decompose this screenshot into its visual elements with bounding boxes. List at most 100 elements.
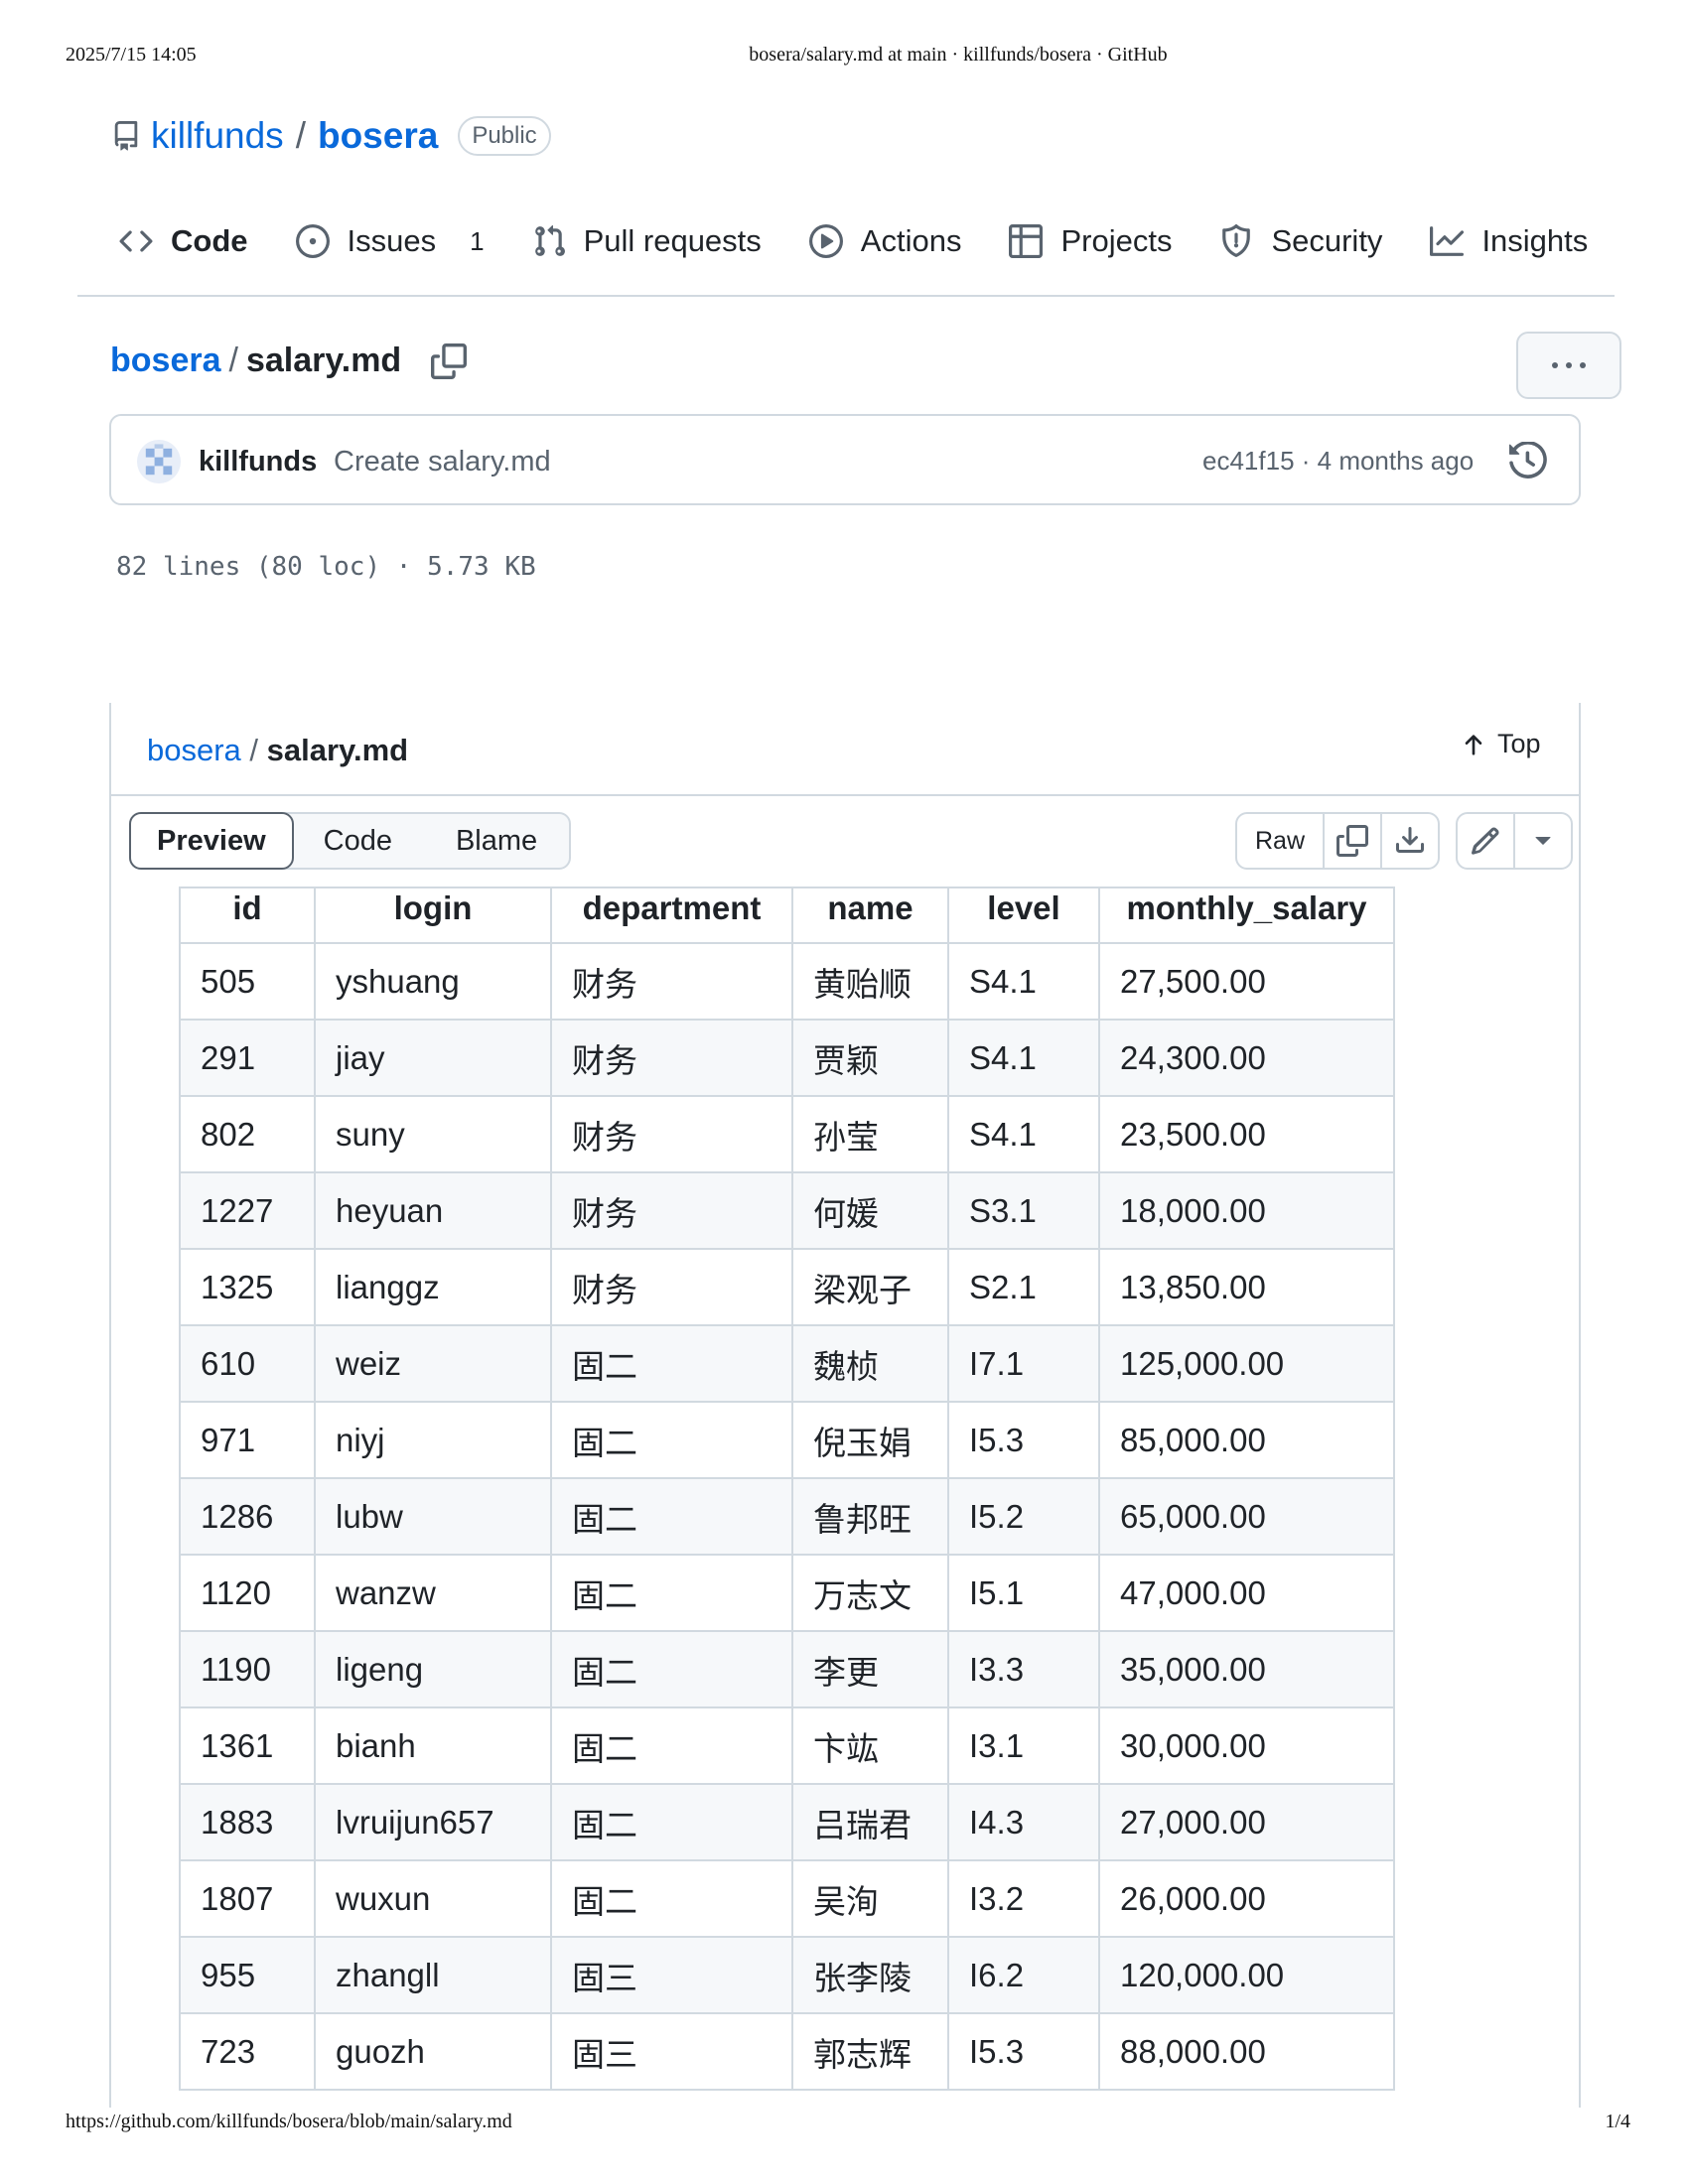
tab-projects[interactable]: Projects <box>1009 223 1172 259</box>
cell-id: 1120 <box>179 1554 316 1632</box>
cell-login: jiay <box>314 1019 552 1097</box>
cell-department: 固三 <box>550 2012 793 2091</box>
pull-request-icon <box>534 224 565 256</box>
cell-monthly-salary: 88,000.00 <box>1098 2012 1395 2091</box>
shield-icon <box>1222 224 1251 257</box>
cell-monthly-salary: 65,000.00 <box>1098 1477 1395 1556</box>
tab-security-label: Security <box>1271 223 1383 258</box>
cell-level: S4.1 <box>947 1095 1100 1173</box>
sticky-breadcrumb-file: salary.md <box>266 733 409 767</box>
issue-icon <box>295 224 330 258</box>
commit-message[interactable]: Create salary.md <box>334 446 551 478</box>
breadcrumb-slash: / <box>228 341 238 379</box>
cell-department: 固二 <box>550 1477 793 1556</box>
cell-login: lubw <box>314 1477 552 1556</box>
tab-projects-label: Projects <box>1060 223 1173 258</box>
copy-icon <box>1336 825 1368 857</box>
history-icon[interactable] <box>1509 442 1547 479</box>
cell-name: 吕瑞君 <box>791 1783 949 1861</box>
file-viewer-header: bosera / salary.md Top <box>111 703 1579 796</box>
cell-name: 黄贻顺 <box>791 942 949 1021</box>
col-header-name: name <box>791 887 949 944</box>
tab-code-label: Code <box>171 223 248 258</box>
edit-button[interactable] <box>1458 814 1515 868</box>
tab-pull-requests-label: Pull requests <box>583 223 762 258</box>
cell-department: 财务 <box>550 942 793 1021</box>
table-row: 610 weiz 固二 魏桢 I7.1 125,000.00 <box>179 1324 1395 1403</box>
cell-level: S2.1 <box>947 1248 1100 1326</box>
sticky-breadcrumb: bosera / salary.md <box>147 733 408 768</box>
table-row: 1807 wuxun 固二 吴洵 I3.2 26,000.00 <box>179 1859 1395 1938</box>
cell-monthly-salary: 27,500.00 <box>1098 942 1395 1021</box>
commit-author[interactable]: killfunds <box>199 446 317 478</box>
commit-meta[interactable]: ec41f15 · 4 months ago <box>1202 446 1474 477</box>
cell-level: I5.3 <box>947 1401 1100 1479</box>
breadcrumb-repo-link[interactable]: bosera <box>110 341 221 380</box>
cell-login: lvruijun657 <box>314 1783 552 1861</box>
cell-department: 固二 <box>550 1324 793 1403</box>
sticky-breadcrumb-slash: / <box>249 733 267 767</box>
cell-id: 971 <box>179 1401 316 1479</box>
table-header-row: id login department name level monthly_s… <box>179 887 1395 944</box>
download-button[interactable] <box>1382 814 1438 868</box>
tab-code[interactable]: Code <box>119 223 248 259</box>
cell-name: 李更 <box>791 1630 949 1708</box>
table-row: 1227 heyuan 财务 何媛 S3.1 18,000.00 <box>179 1171 1395 1250</box>
copy-raw-button[interactable] <box>1325 814 1382 868</box>
cell-name: 吴洵 <box>791 1859 949 1938</box>
cell-department: 固二 <box>550 1554 793 1632</box>
tab-actions[interactable]: Actions <box>808 223 962 259</box>
cell-monthly-salary: 18,000.00 <box>1098 1171 1395 1250</box>
cell-department: 固二 <box>550 1859 793 1938</box>
repo-name-link[interactable]: bosera <box>318 115 438 157</box>
cell-login: wanzw <box>314 1554 552 1632</box>
raw-button[interactable]: Raw <box>1237 814 1325 868</box>
cell-department: 固二 <box>550 1630 793 1708</box>
table-body: 505 yshuang 财务 黄贻顺 S4.1 27,500.00 291 jiay 财务 贾颖 S… <box>179 942 1395 2091</box>
print-page-number: 1/4 <box>1605 2111 1630 2132</box>
tab-preview[interactable]: Preview <box>129 812 294 870</box>
sticky-breadcrumb-repo[interactable]: bosera <box>147 733 241 767</box>
file-stats: 82 lines (80 loc) · 5.73 KB <box>116 552 536 582</box>
table-icon <box>1009 224 1044 258</box>
cell-monthly-salary: 85,000.00 <box>1098 1401 1395 1479</box>
file-viewer: bosera / salary.md Top Preview Code Blam… <box>109 703 1581 2108</box>
cell-id: 1227 <box>179 1171 316 1250</box>
tab-blame[interactable]: Blame <box>424 814 569 868</box>
cell-name: 郭志辉 <box>791 2012 949 2091</box>
tab-issues[interactable]: Issues 1 <box>295 223 485 259</box>
cell-level: S3.1 <box>947 1171 1100 1250</box>
tab-code-view[interactable]: Code <box>292 814 424 868</box>
cell-name: 倪玉娟 <box>791 1401 949 1479</box>
cell-name: 梁观子 <box>791 1248 949 1326</box>
tab-pull-requests[interactable]: Pull requests <box>532 223 762 259</box>
cell-id: 1325 <box>179 1248 316 1326</box>
repo-owner-link[interactable]: killfunds <box>151 115 284 157</box>
more-options-button[interactable] <box>1516 332 1621 399</box>
triangle-down-icon <box>1535 836 1551 845</box>
cell-name: 万志文 <box>791 1554 949 1632</box>
edit-dropdown-button[interactable] <box>1515 814 1571 868</box>
cell-name: 卞竑 <box>791 1706 949 1785</box>
cell-level: S4.1 <box>947 1019 1100 1097</box>
cell-monthly-salary: 125,000.00 <box>1098 1324 1395 1403</box>
cell-name: 魏桢 <box>791 1324 949 1403</box>
top-button[interactable]: Top <box>1460 729 1541 759</box>
cell-name: 何媛 <box>791 1171 949 1250</box>
cell-login: lianggz <box>314 1248 552 1326</box>
cell-login: zhangll <box>314 1936 552 2014</box>
cell-login: bianh <box>314 1706 552 1785</box>
cell-department: 财务 <box>550 1095 793 1173</box>
view-mode-switch: Preview Code Blame <box>129 812 572 870</box>
tab-actions-label: Actions <box>860 223 962 258</box>
tab-insights[interactable]: Insights <box>1430 223 1588 259</box>
file-actions: Raw <box>1235 812 1573 870</box>
cell-id: 505 <box>179 942 316 1021</box>
avatar[interactable] <box>137 440 181 483</box>
code-icon <box>119 230 153 252</box>
table-row: 505 yshuang 财务 黄贻顺 S4.1 27,500.00 <box>179 942 1395 1021</box>
cell-id: 1361 <box>179 1706 316 1785</box>
tab-security[interactable]: Security <box>1219 223 1382 259</box>
copy-path-icon[interactable] <box>431 342 468 379</box>
table-row: 1361 bianh 固二 卞竑 I3.1 30,000.00 <box>179 1706 1395 1785</box>
